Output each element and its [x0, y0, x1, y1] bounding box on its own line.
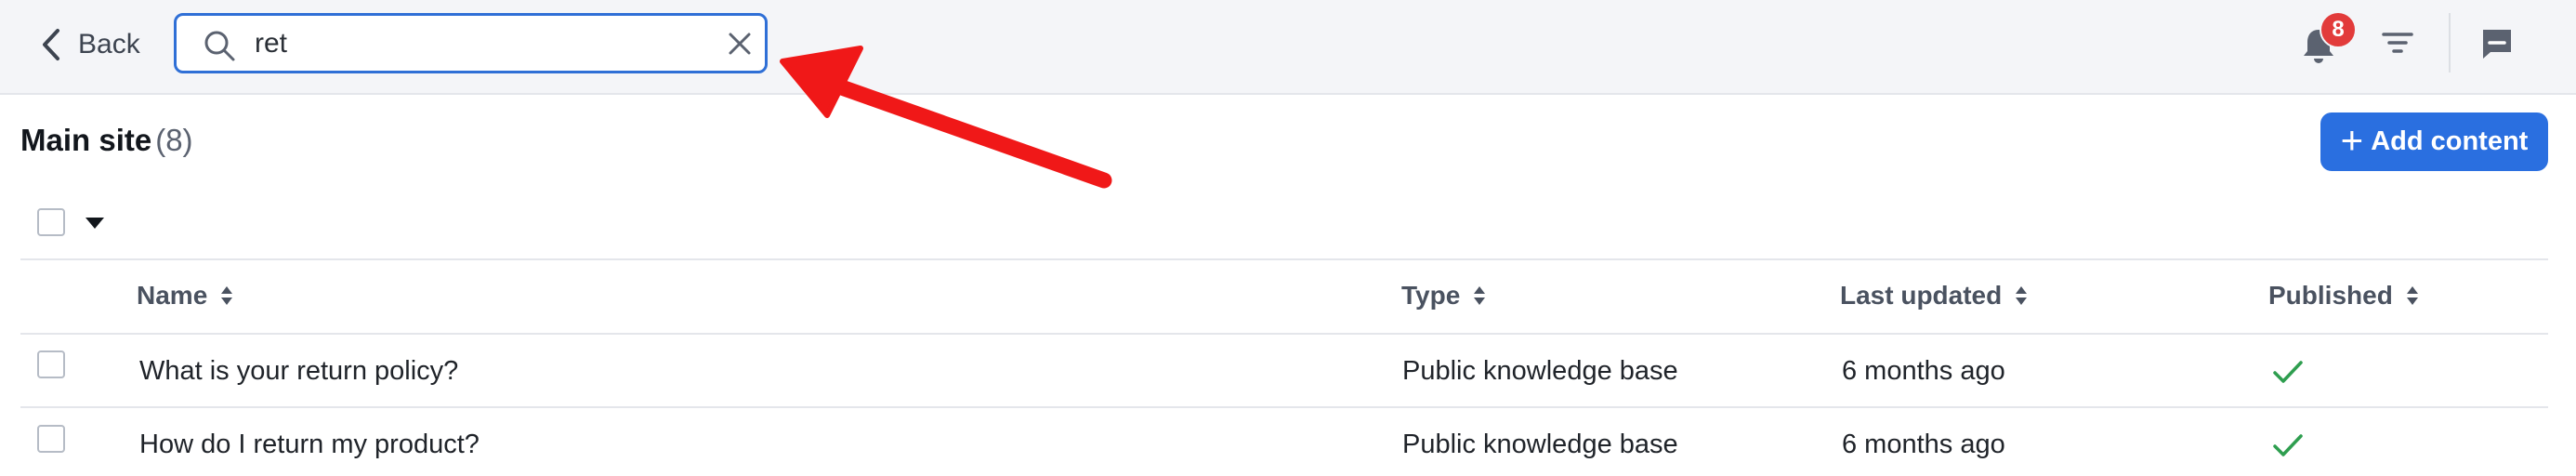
page-title-count: (8)	[155, 123, 193, 157]
caret-down-icon[interactable]	[85, 218, 104, 229]
search-box	[174, 13, 768, 73]
toolbar-divider	[2449, 13, 2451, 73]
column-header-published[interactable]: Published	[2268, 281, 2419, 311]
add-content-label: Add content	[2371, 126, 2529, 156]
column-header-label: Name	[137, 281, 208, 310]
filter-icon[interactable]	[2381, 26, 2414, 60]
header-divider	[20, 333, 2548, 335]
column-header-last-updated[interactable]: Last updated	[1840, 281, 2028, 311]
column-header-type[interactable]: Type	[1401, 281, 1486, 311]
sort-icon	[2406, 286, 2418, 305]
sort-icon	[221, 286, 233, 305]
page-title-label: Main site	[20, 123, 152, 157]
table-top-divider	[20, 258, 2548, 260]
row-checkbox[interactable]	[37, 425, 65, 453]
row-last-updated: 6 months ago	[1842, 430, 2005, 459]
column-header-label: Type	[1401, 281, 1461, 310]
sort-icon	[1474, 286, 1486, 305]
row-last-updated: 6 months ago	[1842, 356, 2005, 386]
add-content-button[interactable]: + Add content	[2320, 112, 2548, 171]
select-all-checkbox[interactable]	[37, 208, 65, 236]
back-button[interactable]: Back	[41, 22, 140, 67]
top-bar: Back 8	[0, 0, 2576, 95]
check-icon	[2273, 361, 2303, 383]
row-name-link[interactable]: How do I return my product?	[139, 430, 480, 460]
page-title: Main site (8)	[20, 123, 193, 158]
row-checkbox[interactable]	[37, 350, 65, 378]
chat-icon[interactable]	[2479, 26, 2515, 61]
search-input[interactable]	[255, 25, 673, 62]
column-header-name[interactable]: Name	[137, 281, 233, 311]
search-icon	[204, 31, 235, 61]
column-header-label: Last updated	[1840, 281, 2003, 310]
back-label: Back	[78, 29, 140, 60]
close-icon[interactable]	[728, 32, 752, 56]
row-type: Public knowledge base	[1402, 430, 1678, 459]
check-icon	[2273, 434, 2303, 456]
row-type: Public knowledge base	[1402, 356, 1678, 386]
row-divider	[20, 406, 2548, 408]
sort-icon	[2016, 286, 2028, 305]
notification-badge: 8	[2320, 11, 2357, 48]
chevron-left-icon	[43, 29, 59, 60]
row-name-link[interactable]: What is your return policy?	[139, 356, 458, 387]
plus-icon: +	[2340, 117, 2364, 162]
column-header-label: Published	[2268, 281, 2393, 310]
